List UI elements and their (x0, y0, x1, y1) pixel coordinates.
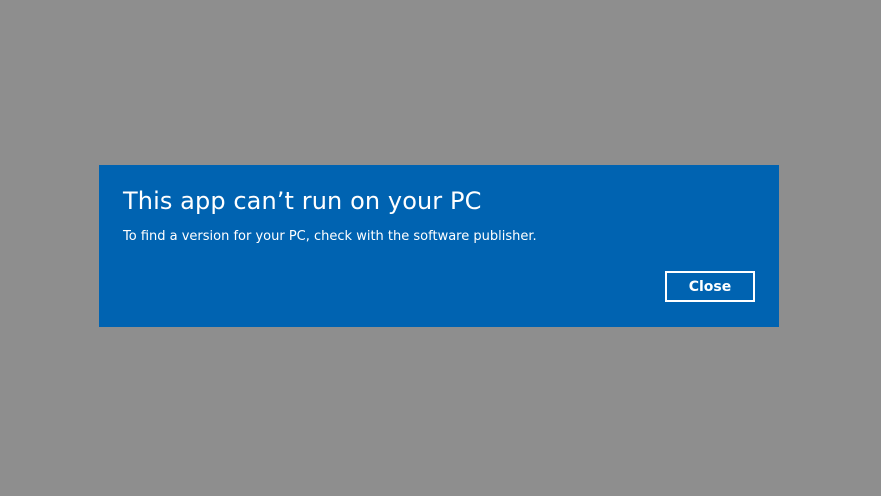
close-button[interactable]: Close (665, 271, 755, 302)
dialog-title: This app can’t run on your PC (123, 187, 482, 215)
error-dialog: This app can’t run on your PC To find a … (99, 165, 779, 327)
dialog-message: To find a version for your PC, check wit… (123, 229, 537, 244)
